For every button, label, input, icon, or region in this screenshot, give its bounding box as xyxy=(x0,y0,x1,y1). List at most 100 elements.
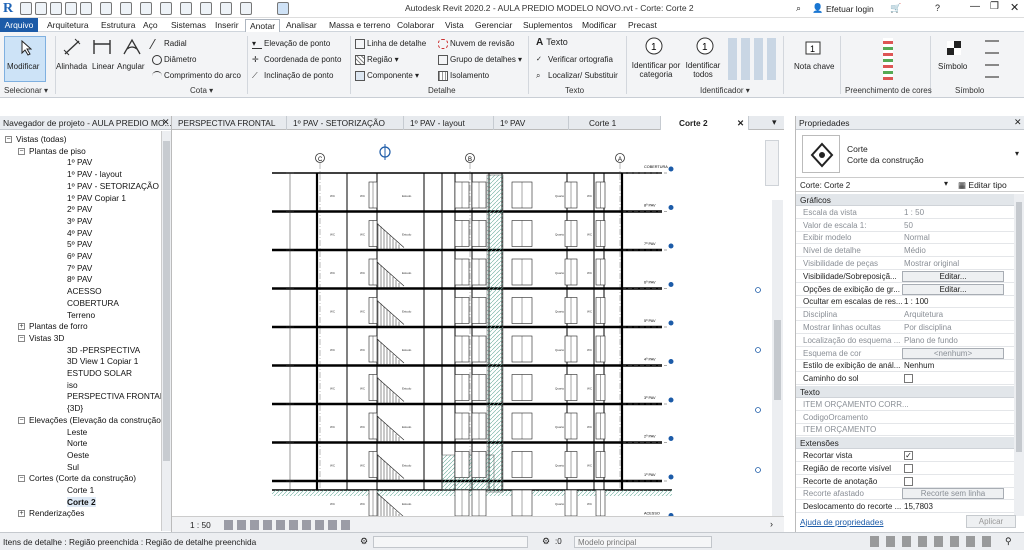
maximize-icon[interactable]: ❐ xyxy=(990,1,999,12)
property-edit-button[interactable]: Recorte sem linha xyxy=(902,488,1004,500)
property-row[interactable]: Visibilidade de peças Mostrar original xyxy=(796,258,1014,270)
tree-item[interactable]: 1º PAV xyxy=(67,157,92,167)
tree-item[interactable]: Leste xyxy=(67,427,87,437)
tag-icon[interactable] xyxy=(160,2,172,15)
tree-item[interactable]: Vistas (todas) xyxy=(16,134,67,144)
tree-item[interactable]: Terreno xyxy=(67,310,95,320)
property-row[interactable]: Localização do esquema ... Plano de fundo xyxy=(796,335,1014,347)
tree-item[interactable]: Sul xyxy=(67,462,79,472)
tag-all-icon[interactable]: 1 xyxy=(694,36,716,58)
property-row[interactable]: Caminho do sol xyxy=(796,373,1014,386)
model-dropdown[interactable]: Modelo principal xyxy=(574,536,712,548)
worksets-icon[interactable]: ⚙ xyxy=(360,536,368,547)
tab-analisar[interactable]: Analisar xyxy=(282,19,321,31)
revit-logo-icon[interactable]: R xyxy=(3,1,13,17)
modificar-button[interactable]: Modificar xyxy=(4,36,46,82)
tab-aco[interactable]: Aço xyxy=(139,19,162,31)
tab-anotar[interactable]: Anotar xyxy=(245,19,281,32)
tree-item[interactable]: 3D View 1 Copiar 1 xyxy=(67,356,138,366)
tab-1pav-layout[interactable]: 1º PAV - layout xyxy=(404,116,494,130)
nuvem-revisao-button[interactable]: Nuvem de revisão xyxy=(438,39,514,49)
tab-perspectiva-frontal[interactable]: PERSPECTIVA FRONTAL xyxy=(172,116,287,130)
text-icon[interactable] xyxy=(180,2,192,15)
tab-arquivo[interactable]: Arquivo xyxy=(0,18,38,32)
diametro-button[interactable]: Diâmetro xyxy=(152,55,196,65)
navigation-bar[interactable] xyxy=(765,140,779,186)
linha-detalhe-button[interactable]: Linha de detalhe xyxy=(355,39,426,49)
property-row[interactable]: Recorte de anotação xyxy=(796,476,1014,488)
tabs-menu-icon[interactable]: ▾ xyxy=(772,117,777,128)
property-row[interactable]: CodigoOrcamento xyxy=(796,412,1014,424)
tag-tools-icons[interactable] xyxy=(728,38,778,80)
user-icon[interactable]: 👤 xyxy=(812,3,823,14)
switch-windows-icon[interactable] xyxy=(277,2,289,15)
tree-expander-icon[interactable]: − xyxy=(18,147,25,155)
property-row[interactable]: Recorte afastado Recorte sem linha xyxy=(796,488,1014,501)
section-drawing[interactable]: C B A COBERTURA 8º PAV 7º PAV 6º PAV 5º PAV 4º P… xyxy=(172,130,784,533)
tree-item[interactable]: Vistas 3D xyxy=(29,333,64,343)
property-row[interactable]: Disciplina Arquitetura xyxy=(796,309,1014,322)
property-row[interactable]: Opções de exibição de gr... Editar... xyxy=(796,283,1014,296)
tab-modificar[interactable]: Modificar xyxy=(578,19,620,31)
property-section[interactable]: Extensões xyxy=(796,437,1014,450)
elevacao-ponto-button[interactable]: ▾ Elevação de ponto xyxy=(252,39,330,49)
canvas-scrollbar[interactable] xyxy=(772,200,783,516)
tree-item[interactable]: 1º PAV - SETORIZAÇÃO xyxy=(67,181,159,191)
tree-item[interactable]: 6º PAV xyxy=(67,251,92,261)
close-properties-icon[interactable]: ✕ xyxy=(1014,117,1022,128)
tree-expander-icon[interactable]: + xyxy=(18,510,25,518)
workset-dropdown[interactable] xyxy=(373,536,528,548)
property-checkbox[interactable] xyxy=(904,374,913,384)
tab-arquitetura[interactable]: Arquitetura xyxy=(43,19,93,31)
simbolo-button[interactable]: Símbolo xyxy=(938,62,967,71)
undo-icon[interactable] xyxy=(65,2,77,15)
tree-item[interactable]: ESTUDO SOLAR xyxy=(67,368,132,378)
close-icon[interactable]: ✕ xyxy=(1010,1,1019,14)
tree-item[interactable]: {3D} xyxy=(67,403,83,413)
coordenada-ponto-button[interactable]: ✛ Coordenada de ponto xyxy=(252,55,341,65)
tree-item[interactable]: 1º PAV - layout xyxy=(67,169,122,179)
tree-expander-icon[interactable]: − xyxy=(18,334,25,342)
tree-item[interactable]: PERSPECTIVA FRONTAL xyxy=(67,391,164,401)
section-icon[interactable] xyxy=(220,2,232,15)
tree-item[interactable]: Cortes (Corte da construção) xyxy=(29,473,136,483)
property-row[interactable]: Região de recorte visível xyxy=(796,463,1014,475)
edit-type-button[interactable]: ▦ Editar tipo xyxy=(958,180,1007,191)
angular-dimension-icon[interactable] xyxy=(122,38,142,56)
print-icon[interactable] xyxy=(100,2,112,15)
tree-expander-icon[interactable]: − xyxy=(18,475,25,483)
selection-filter-icons[interactable] xyxy=(870,536,995,547)
property-edit-button[interactable]: <nenhum> xyxy=(902,347,1004,359)
tab-1pav[interactable]: 1º PAV xyxy=(494,116,569,130)
nota-chave-button[interactable]: Nota chave xyxy=(794,62,834,71)
regiao-button[interactable]: Região ▾ xyxy=(355,55,399,65)
tree-item[interactable]: 1º PAV Copiar 1 xyxy=(67,193,126,203)
linear-button[interactable]: Linear xyxy=(92,62,114,71)
localizar-substituir-button[interactable]: ⌕ Localizar/ Substituir xyxy=(536,71,618,81)
drawing-canvas[interactable]: C B A COBERTURA 8º PAV 7º PAV 6º PAV 5º PAV 4º P… xyxy=(172,130,784,533)
measure-icon[interactable] xyxy=(120,2,132,15)
instance-dropdown-icon[interactable]: ▾ xyxy=(944,179,948,188)
isolamento-button[interactable]: Isolamento xyxy=(438,71,489,81)
browser-scrollbar[interactable] xyxy=(161,131,171,531)
properties-scrollbar[interactable] xyxy=(1014,194,1024,516)
grupo-detalhes-button[interactable]: Grupo de detalhes ▾ xyxy=(438,55,522,65)
color-fill-legend-icon[interactable] xyxy=(883,38,893,80)
texto-button[interactable]: A Texto xyxy=(536,37,568,48)
tree-item[interactable]: 8º PAV xyxy=(67,274,92,284)
comprimento-arco-button[interactable]: Comprimento do arco xyxy=(152,71,241,81)
scroll-right-icon[interactable]: › xyxy=(770,519,773,529)
property-row[interactable]: Estilo de exibição de anál... Nenhum xyxy=(796,360,1014,373)
property-row[interactable]: Escala da vista 1 : 50 xyxy=(796,207,1014,219)
radial-button[interactable]: Radial xyxy=(149,39,187,49)
design-options-icon[interactable]: ⚙ xyxy=(542,536,550,547)
tag-by-category-icon[interactable]: 1 xyxy=(643,36,665,58)
property-section[interactable]: Gráficos xyxy=(796,194,1014,206)
property-checkbox[interactable] xyxy=(904,463,913,473)
tree-expander-icon[interactable]: + xyxy=(18,323,25,331)
tree-item[interactable]: Oeste xyxy=(67,450,89,460)
tree-item[interactable]: Norte xyxy=(67,438,87,448)
property-checkbox[interactable]: ✓ xyxy=(904,451,913,460)
cart-icon[interactable]: 🛒 xyxy=(890,3,901,14)
tree-item[interactable]: Plantas de forro xyxy=(29,321,88,331)
